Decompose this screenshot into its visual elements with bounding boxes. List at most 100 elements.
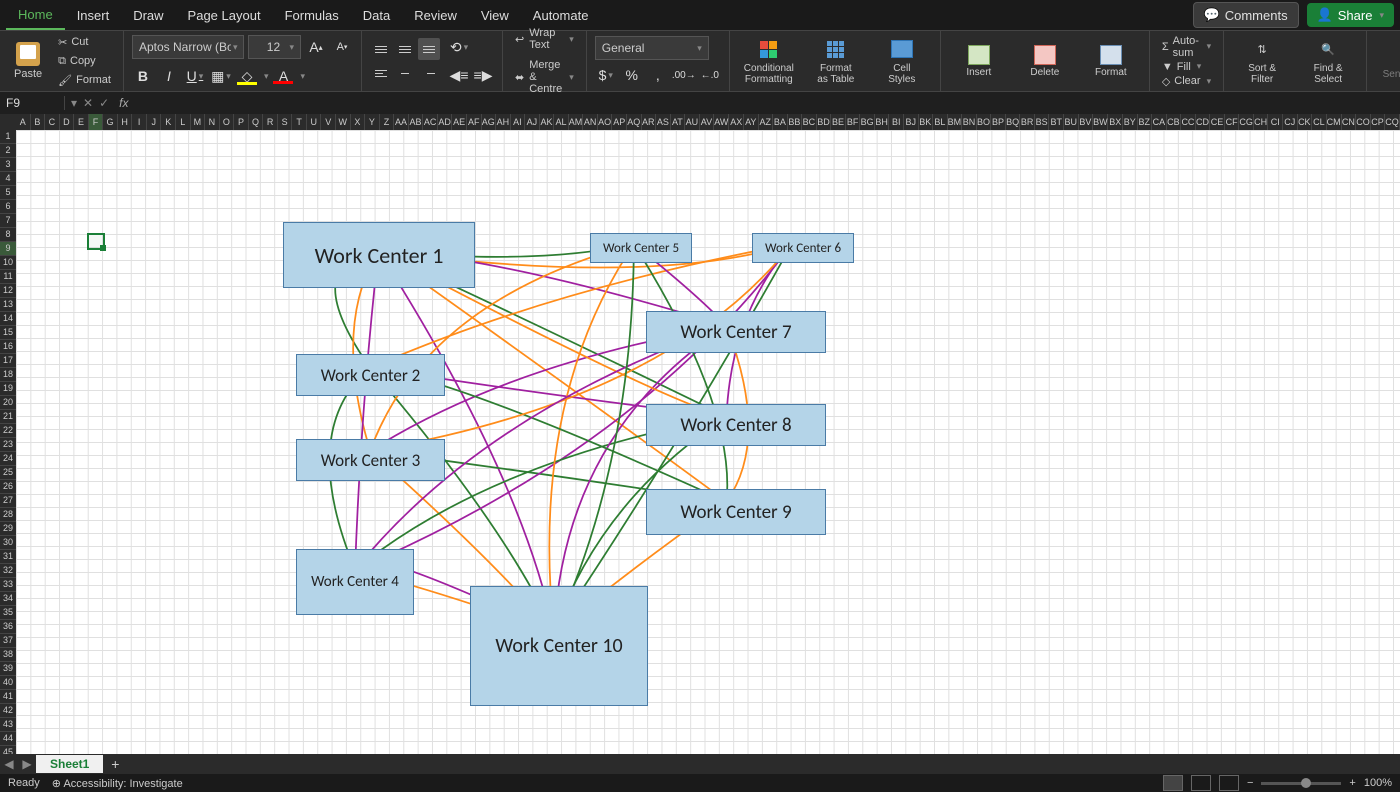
col-header-Y[interactable]: Y [365, 114, 380, 130]
col-header-AL[interactable]: AL [554, 114, 569, 130]
format-as-table-button[interactable]: Formatas Table [806, 37, 866, 85]
shape-wc7[interactable]: Work Center 7 [646, 311, 826, 353]
row-header-17[interactable]: 17 [0, 354, 16, 368]
comma-format-button[interactable]: , [647, 64, 669, 86]
decrease-font-button[interactable]: A▾ [331, 36, 353, 58]
col-header-B[interactable]: B [31, 114, 46, 130]
row-header-11[interactable]: 11 [0, 270, 16, 284]
row-header-44[interactable]: 44 [0, 732, 16, 746]
row-header-40[interactable]: 40 [0, 676, 16, 690]
tab-data[interactable]: Data [351, 2, 402, 29]
col-header-X[interactable]: X [351, 114, 366, 130]
col-header-C[interactable]: C [45, 114, 60, 130]
paste-button[interactable]: Paste [8, 42, 48, 80]
col-header-G[interactable]: G [103, 114, 118, 130]
fill-button[interactable]: ▼Fill▾ [1162, 61, 1211, 73]
col-header-U[interactable]: U [307, 114, 322, 130]
row-header-29[interactable]: 29 [0, 522, 16, 536]
col-header-D[interactable]: D [60, 114, 75, 130]
number-format-select[interactable]: General▾ [595, 36, 709, 60]
cut-button[interactable]: ✂Cut [54, 34, 115, 51]
worksheet[interactable]: ABCDEFGHIJKLMNOPQRSTUVWXYZAAABACADAEAFAG… [0, 114, 1400, 754]
col-header-AI[interactable]: AI [511, 114, 526, 130]
sensitivity-button[interactable]: 🛡Sensitivity [1375, 43, 1400, 80]
row-header-4[interactable]: 4 [0, 172, 16, 186]
row-header-21[interactable]: 21 [0, 410, 16, 424]
col-header-CP[interactable]: CP [1371, 114, 1386, 130]
col-header-BT[interactable]: BT [1049, 114, 1064, 130]
col-header-K[interactable]: K [161, 114, 176, 130]
row-header-2[interactable]: 2 [0, 144, 16, 158]
orientation-button[interactable]: ⟲▾ [448, 36, 470, 58]
col-header-AU[interactable]: AU [685, 114, 700, 130]
row-header-37[interactable]: 37 [0, 634, 16, 648]
col-header-BB[interactable]: BB [788, 114, 803, 130]
col-header-Z[interactable]: Z [380, 114, 395, 130]
col-header-R[interactable]: R [263, 114, 278, 130]
align-middle-button[interactable] [394, 38, 416, 60]
col-header-BA[interactable]: BA [773, 114, 788, 130]
col-header-CO[interactable]: CO [1356, 114, 1371, 130]
font-size-select[interactable]: 12▾ [248, 35, 301, 59]
row-header-30[interactable]: 30 [0, 536, 16, 550]
sheet-tab[interactable]: Sheet1 [36, 755, 103, 773]
col-header-E[interactable]: E [74, 114, 89, 130]
row-header-19[interactable]: 19 [0, 382, 16, 396]
col-header-AG[interactable]: AG [482, 114, 497, 130]
border-button[interactable]: ▦▾ [210, 65, 232, 87]
row-header-34[interactable]: 34 [0, 592, 16, 606]
col-header-BW[interactable]: BW [1093, 114, 1108, 130]
col-header-CM[interactable]: CM [1327, 114, 1342, 130]
row-header-13[interactable]: 13 [0, 298, 16, 312]
increase-indent-button[interactable]: ≡▶ [472, 64, 494, 86]
col-header-BC[interactable]: BC [802, 114, 817, 130]
tab-home[interactable]: Home [6, 1, 65, 30]
merge-centre-button[interactable]: ⬌Merge & Centre▾ [511, 57, 578, 97]
row-header-12[interactable]: 12 [0, 284, 16, 298]
row-header-27[interactable]: 27 [0, 494, 16, 508]
row-header-16[interactable]: 16 [0, 340, 16, 354]
col-header-BJ[interactable]: BJ [904, 114, 919, 130]
row-header-1[interactable]: 1 [0, 130, 16, 144]
find-select-button[interactable]: 🔍Find &Select [1298, 37, 1358, 85]
page-layout-view-button[interactable] [1191, 775, 1211, 791]
row-header-3[interactable]: 3 [0, 158, 16, 172]
wrap-text-button[interactable]: ↩Wrap Text▾ [511, 25, 578, 53]
col-header-A[interactable]: A [16, 114, 31, 130]
col-header-BS[interactable]: BS [1035, 114, 1050, 130]
row-header-20[interactable]: 20 [0, 396, 16, 410]
col-header-BI[interactable]: BI [889, 114, 904, 130]
add-sheet-button[interactable]: + [103, 756, 127, 772]
decrease-indent-button[interactable]: ◀≡ [448, 64, 470, 86]
col-header-BP[interactable]: BP [991, 114, 1006, 130]
cell-styles-button[interactable]: CellStyles [872, 37, 932, 85]
col-header-P[interactable]: P [234, 114, 249, 130]
row-header-8[interactable]: 8 [0, 228, 16, 242]
col-header-AE[interactable]: AE [452, 114, 467, 130]
row-header-22[interactable]: 22 [0, 424, 16, 438]
sort-filter-button[interactable]: ⇅Sort &Filter [1232, 37, 1292, 85]
col-header-AY[interactable]: AY [744, 114, 759, 130]
tab-page-layout[interactable]: Page Layout [176, 2, 273, 29]
autosum-button[interactable]: ΣAuto-sum▾ [1162, 35, 1211, 59]
col-header-M[interactable]: M [191, 114, 206, 130]
col-header-N[interactable]: N [205, 114, 220, 130]
page-break-view-button[interactable] [1219, 775, 1239, 791]
row-header-41[interactable]: 41 [0, 690, 16, 704]
row-header-14[interactable]: 14 [0, 312, 16, 326]
col-header-AV[interactable]: AV [700, 114, 715, 130]
font-name-select[interactable]: Aptos Narrow (Bod...▾ [132, 35, 245, 59]
clear-button[interactable]: ◇Clear▾ [1162, 75, 1211, 88]
col-header-AR[interactable]: AR [642, 114, 657, 130]
conditional-formatting-button[interactable]: ConditionalFormatting [738, 37, 800, 85]
row-header-43[interactable]: 43 [0, 718, 16, 732]
col-header-AZ[interactable]: AZ [759, 114, 774, 130]
name-box-dropdown[interactable]: ▾ [71, 96, 77, 110]
col-header-F[interactable]: F [89, 114, 104, 130]
font-color-button[interactable]: A [272, 65, 294, 87]
col-header-AK[interactable]: AK [540, 114, 555, 130]
col-header-BR[interactable]: BR [1020, 114, 1035, 130]
col-header-L[interactable]: L [176, 114, 191, 130]
col-header-T[interactable]: T [292, 114, 307, 130]
col-header-CB[interactable]: CB [1167, 114, 1182, 130]
